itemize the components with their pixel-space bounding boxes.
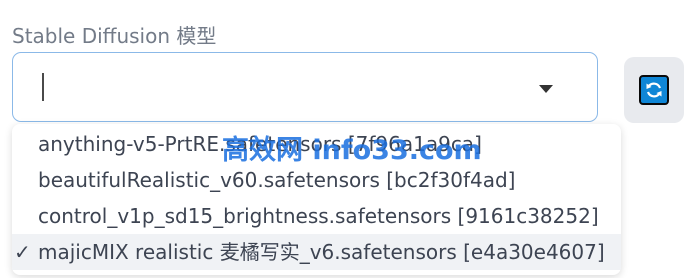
option-label: beautifulRealistic_v60.safetensors [bc2f… — [38, 168, 516, 192]
model-dropdown-list: anything-v5-PrtRE.safetensors [7f96a1a9c… — [12, 124, 621, 275]
model-select-label: Stable Diffusion 模型 — [12, 24, 217, 48]
check-icon: ✓ — [14, 240, 31, 264]
model-select[interactable] — [12, 52, 598, 122]
option-label: control_v1p_sd15_brightness.safetensors … — [38, 204, 599, 228]
dropdown-option[interactable]: anything-v5-PrtRE.safetensors [7f96a1a9c… — [12, 126, 621, 162]
refresh-icon — [639, 75, 669, 105]
chevron-down-icon[interactable] — [539, 85, 553, 93]
text-cursor — [42, 73, 44, 101]
refresh-button[interactable] — [624, 57, 684, 123]
option-label: anything-v5-PrtRE.safetensors [7f96a1a9c… — [38, 132, 482, 156]
dropdown-option-selected[interactable]: ✓ majicMIX realistic 麦橘写实_v6.safetensors… — [12, 234, 621, 270]
dropdown-option[interactable]: control_v1p_sd15_brightness.safetensors … — [12, 198, 621, 234]
dropdown-option[interactable]: beautifulRealistic_v60.safetensors [bc2f… — [12, 162, 621, 198]
option-label: majicMIX realistic 麦橘写实_v6.safetensors [… — [38, 240, 605, 264]
